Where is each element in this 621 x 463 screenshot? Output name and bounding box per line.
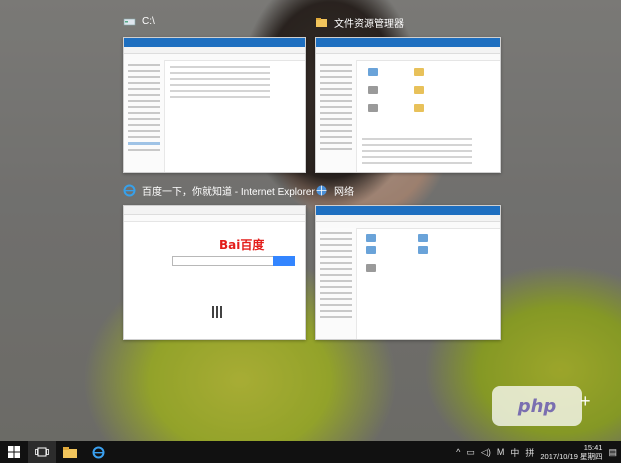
folder-icon — [414, 68, 424, 76]
ribbon — [316, 215, 500, 222]
ribbon — [124, 47, 305, 54]
folder-icon — [414, 86, 424, 94]
qr-code-image — [212, 306, 224, 318]
ime-indicator[interactable]: M — [497, 447, 505, 457]
address-bar — [124, 215, 305, 222]
search-button[interactable] — [273, 256, 295, 266]
window-caption: 网络 — [315, 183, 354, 198]
window-thumbnail[interactable]: Bai百度 — [123, 205, 306, 340]
recent-files-list — [362, 134, 482, 164]
navigation-pane — [316, 60, 357, 172]
folder-icon — [368, 104, 378, 112]
computer-icon — [418, 246, 428, 254]
browser-toolbar — [124, 206, 305, 215]
folder-icon[interactable] — [56, 441, 84, 463]
taskbar: ^ ▭ ◁) M 中 拼 15:41 2017/10/19 星期四 ▤ — [0, 441, 621, 463]
folder-icon — [368, 68, 378, 76]
window-tile-c-drive[interactable]: C:\ — [123, 16, 306, 173]
baidu-logo: Bai百度 — [219, 238, 265, 252]
window-title: 百度一下，你就知道 - Internet Explorer — [142, 187, 315, 198]
file-explorer-icon — [315, 16, 328, 29]
window-thumbnail[interactable] — [315, 37, 501, 173]
task-view-overlay — [0, 0, 621, 441]
window-tile-network[interactable]: 网络 — [315, 185, 501, 340]
clock-time: 15:41 — [583, 443, 603, 452]
navigation-pane — [124, 60, 165, 172]
title-bar — [316, 38, 500, 47]
file-list — [170, 62, 280, 98]
desktop-background: C:\ 文件资源管理器 百度一下，你就知道 - Internet Explore… — [0, 0, 621, 441]
router-icon — [366, 264, 376, 272]
navigation-pane — [316, 228, 357, 339]
title-bar — [124, 38, 305, 47]
notification-icon[interactable]: ▤ — [608, 447, 617, 458]
window-title: C:\ — [142, 16, 155, 27]
network-icon — [315, 184, 328, 197]
window-caption: 文件资源管理器 — [315, 15, 404, 30]
drive-icon — [123, 15, 136, 28]
clock-date: 2017/10/19 星期四 — [540, 452, 603, 461]
computer-icon — [366, 246, 376, 254]
window-title: 文件资源管理器 — [334, 19, 404, 30]
search-input[interactable] — [172, 256, 274, 266]
clock[interactable]: 15:41 2017/10/19 星期四 — [540, 443, 602, 461]
ime-mode[interactable]: 中 — [510, 446, 519, 459]
computer-icon — [418, 234, 428, 242]
php-watermark: php — [492, 386, 582, 426]
task-view-icon[interactable] — [28, 441, 56, 463]
ie-icon — [123, 184, 136, 197]
new-desktop-button[interactable]: + — [580, 392, 591, 410]
window-thumbnail[interactable] — [315, 205, 501, 340]
ribbon — [316, 47, 500, 54]
computer-icon — [366, 234, 376, 242]
window-title: 网络 — [334, 187, 354, 198]
chevron-up-icon[interactable]: ^ — [456, 447, 460, 457]
edge-icon[interactable] — [84, 441, 112, 463]
system-tray: ^ ▭ ◁) M 中 拼 15:41 2017/10/19 星期四 ▤ — [456, 441, 617, 463]
window-tile-internet-explorer[interactable]: 百度一下，你就知道 - Internet Explorer Bai百度 — [123, 184, 315, 340]
title-bar — [316, 206, 500, 215]
language-indicator[interactable]: 拼 — [525, 446, 534, 459]
volume-icon[interactable]: ◁) — [481, 447, 491, 458]
network-tray-icon[interactable]: ▭ — [466, 447, 475, 458]
window-tile-file-explorer[interactable]: 文件资源管理器 — [315, 18, 501, 173]
windows-start-icon[interactable] — [0, 441, 28, 463]
folder-icon — [368, 86, 378, 94]
window-caption: 百度一下，你就知道 - Internet Explorer — [123, 183, 315, 198]
folder-icon — [414, 104, 424, 112]
window-thumbnail[interactable] — [123, 37, 306, 173]
window-caption: C:\ — [123, 15, 155, 28]
